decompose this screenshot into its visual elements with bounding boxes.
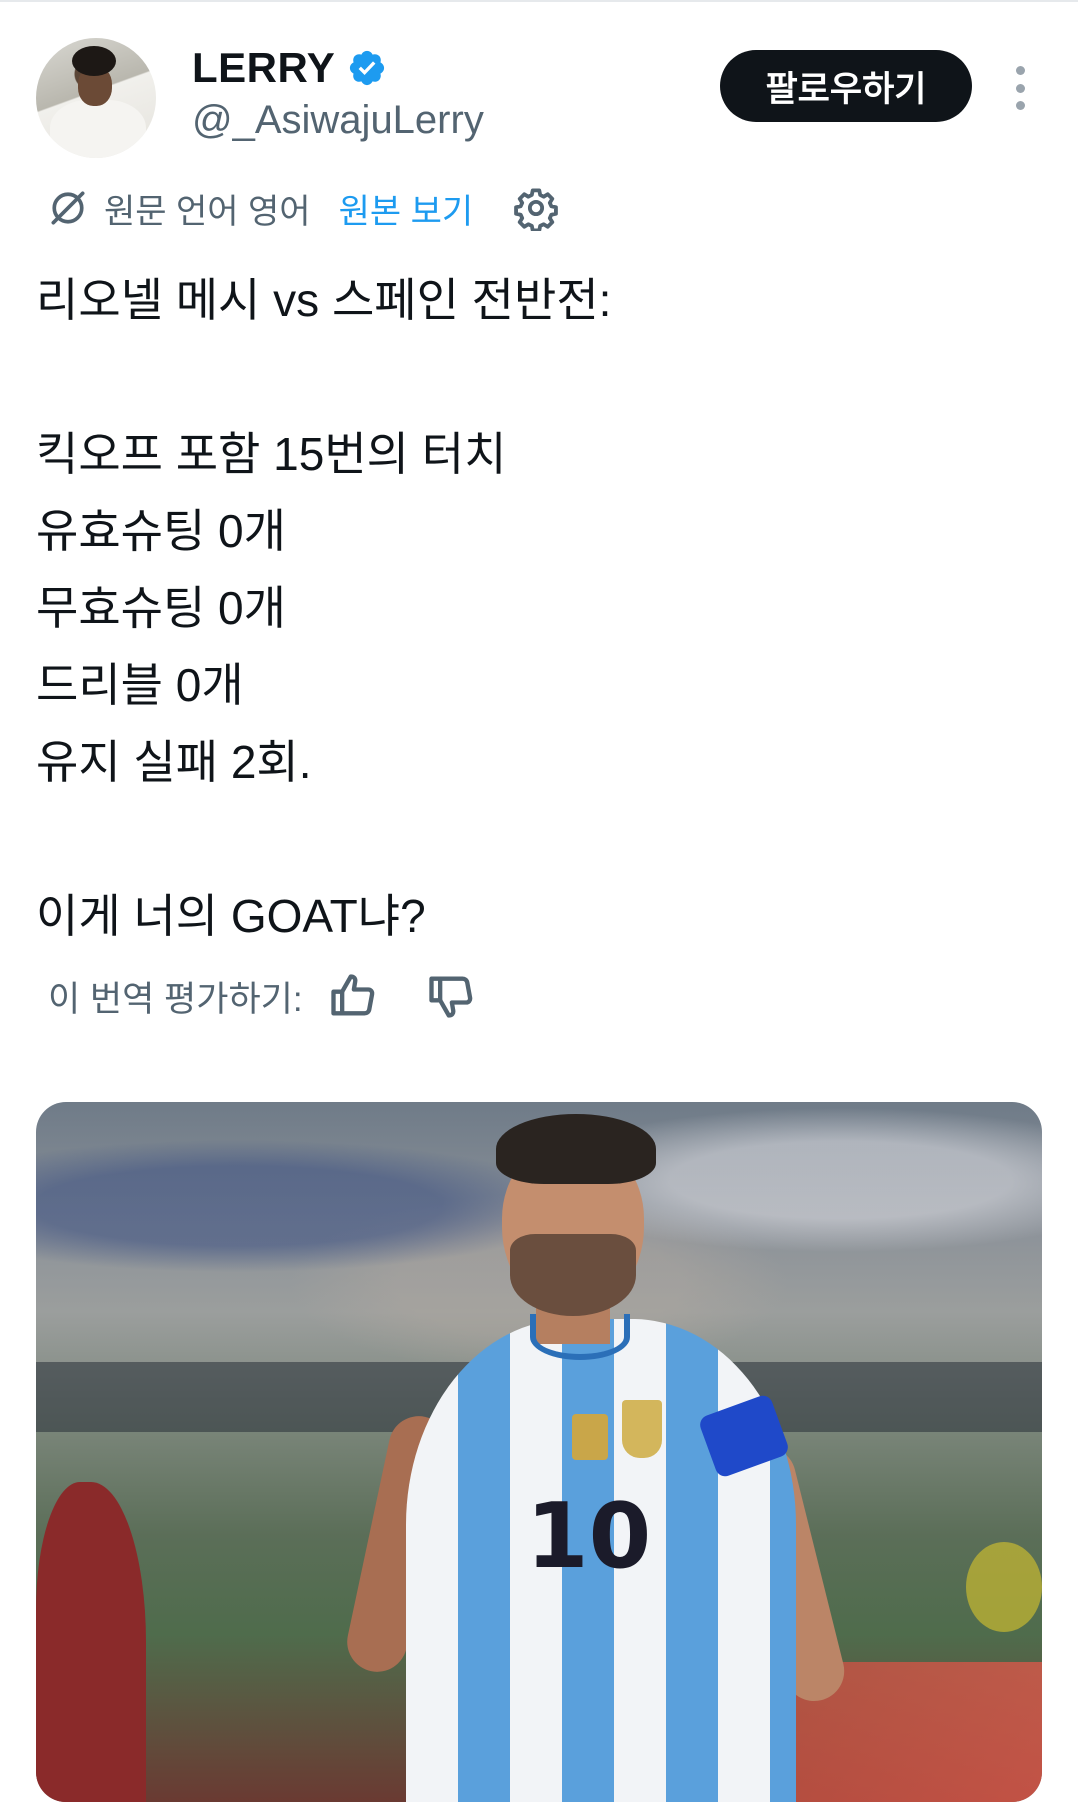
tweet-line: 이게 너의 GOAT냐? xyxy=(36,890,426,942)
author-name-row[interactable]: LERRY xyxy=(192,42,387,94)
rate-translation-label: 이 번역 평가하기: xyxy=(48,979,303,1019)
jersey-badge xyxy=(572,1414,608,1460)
source-language-label: 원문 언어 영어 xyxy=(104,192,311,231)
player-figure: 10 xyxy=(341,1114,851,1802)
tweet-line: 유지 실패 2회. xyxy=(36,736,312,788)
translation-bar: 원문 언어 영어 원본 보기 xyxy=(46,182,559,234)
top-divider xyxy=(0,0,1078,2)
tweet-text: 리오넬 메시 vs 스페인 전반전: 킥오프 포함 15번의 터치 유효슈팅 0… xyxy=(36,262,1036,955)
thumbs-down-icon[interactable] xyxy=(425,970,477,1022)
translate-icon xyxy=(51,191,85,225)
tweet-line: 리오넬 메시 vs 스페인 전반전: xyxy=(36,274,612,326)
tweet-line: 드리블 0개 xyxy=(36,659,244,711)
display-name[interactable]: LERRY xyxy=(192,44,335,92)
tweet-line: 무효슈팅 0개 xyxy=(36,582,286,634)
jersey-number: 10 xyxy=(526,1484,652,1589)
show-original-link[interactable]: 원본 보기 xyxy=(339,184,474,233)
tweet-line xyxy=(36,801,1036,878)
afa-crest xyxy=(622,1400,662,1458)
verified-badge-icon xyxy=(350,50,385,86)
follow-button[interactable]: 팔로우하기 xyxy=(720,50,972,122)
tweet-line: 유효슈팅 0개 xyxy=(36,505,286,557)
background-player xyxy=(36,1482,146,1802)
tweet-line: 킥오프 포함 15번의 터치 xyxy=(36,428,507,480)
tweet-line xyxy=(36,339,1036,416)
tweet-media-image[interactable]: 10 xyxy=(36,1102,1042,1802)
avatar[interactable] xyxy=(36,38,156,158)
rate-translation-row: 이 번역 평가하기: xyxy=(48,968,477,1024)
user-handle[interactable]: @_AsiwajuLerry xyxy=(192,98,484,143)
more-vertical-icon[interactable] xyxy=(1006,66,1034,110)
gear-icon[interactable] xyxy=(513,185,559,231)
thumbs-up-icon[interactable] xyxy=(327,970,379,1022)
